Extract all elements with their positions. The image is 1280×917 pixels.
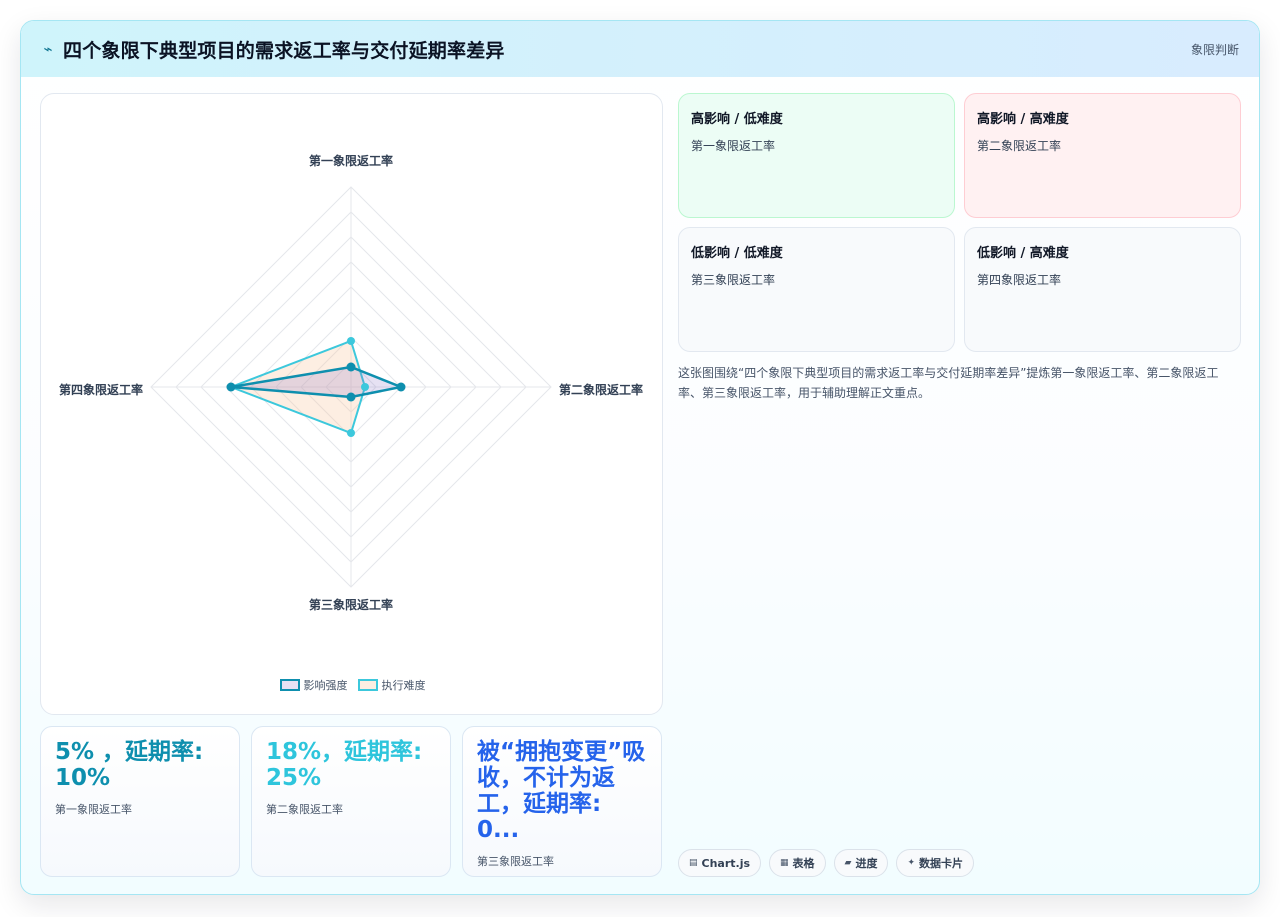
axis-label: 第二象限返工率	[559, 382, 643, 397]
table-icon: ▦	[780, 858, 789, 868]
chip-data-card[interactable]: ✦ 数据卡片	[896, 849, 975, 877]
stat-card-1: 5% ，延期率: 10% 第一象限返工率	[40, 726, 240, 877]
stat-label: 第三象限返工率	[477, 855, 554, 868]
legend-label-impact: 影响强度	[303, 679, 348, 692]
axis-label: 第四象限返工率	[59, 382, 143, 397]
legend-item-impact[interactable]: 影响强度	[279, 677, 348, 693]
quadrant-title: 高影响 / 高难度	[977, 112, 1069, 127]
data-point	[361, 383, 369, 391]
data-point	[346, 362, 356, 372]
quadrant-high-impact-low-difficulty: 高影响 / 低难度 第一象限返工率	[678, 93, 955, 218]
legend-label-difficulty: 执行难度	[381, 679, 426, 692]
data-point	[396, 382, 406, 392]
stat-label: 第一象限返工率	[55, 803, 132, 816]
chip-label: Chart.js	[701, 856, 751, 870]
card-header: ⌁ 四个象限下典型项目的需求返工率与交付延期率差异 象限判断	[21, 21, 1259, 77]
progress-icon: ▰	[844, 858, 852, 868]
quadrant-title: 高影响 / 低难度	[691, 112, 783, 127]
legend-swatch-difficulty	[357, 679, 378, 691]
legend-item-difficulty[interactable]: 执行难度	[357, 677, 426, 693]
header-tag: 象限判断	[1190, 42, 1239, 57]
bolt-icon: ⌁	[43, 40, 53, 58]
chart-description: 这张图围绕“四个象限下典型项目的需求返工率与交付延期率差异”提炼第一象限返工率、…	[678, 366, 1219, 400]
stat-card-3: 被“拥抱变更”吸收，不计为返工，延期率: 0... 第三象限返工率	[462, 726, 662, 877]
stat-value: 18%，延期率: 25%	[266, 739, 423, 791]
quadrant-title: 低影响 / 低难度	[691, 246, 783, 261]
feature-chips: ▤ Chart.js ▦ 表格 ▰ 进度 ✦ 数据卡片	[678, 849, 975, 877]
stat-value: 5% ，延期率: 10%	[55, 739, 204, 791]
main-card: ⌁ 四个象限下典型项目的需求返工率与交付延期率差异 象限判断 第一象限返工率第二…	[20, 20, 1260, 895]
page-title: 四个象限下典型项目的需求返工率与交付延期率差异	[63, 39, 505, 62]
data-point	[347, 429, 355, 437]
quadrant-subtitle: 第三象限返工率	[691, 273, 776, 287]
data-point	[347, 337, 355, 345]
stat-card-2: 18%，延期率: 25% 第二象限返工率	[251, 726, 451, 877]
chart-legend: 影响强度 执行难度	[41, 677, 664, 693]
chip-label: 进度	[855, 857, 878, 870]
chip-table[interactable]: ▦ 表格	[769, 849, 826, 877]
stat-label: 第二象限返工率	[266, 803, 343, 816]
data-point	[346, 392, 356, 402]
axis-label: 第三象限返工率	[309, 597, 393, 612]
quadrant-subtitle: 第二象限返工率	[977, 139, 1062, 153]
axis-label: 第一象限返工率	[309, 153, 393, 168]
quadrant-low-impact-low-difficulty: 低影响 / 低难度 第三象限返工率	[678, 227, 955, 352]
chip-label: 表格	[792, 857, 815, 870]
chip-chartjs[interactable]: ▤ Chart.js	[678, 849, 762, 877]
data-point	[226, 382, 236, 392]
radar-chart-panel: 第一象限返工率第二象限返工率第三象限返工率 第四象限返工率 影响强度 执行难度	[40, 93, 663, 715]
quadrant-low-impact-high-difficulty: 低影响 / 高难度 第四象限返工率	[964, 227, 1241, 352]
quadrant-subtitle: 第四象限返工率	[977, 273, 1062, 287]
chip-progress[interactable]: ▰ 进度	[833, 849, 889, 877]
chart-icon: ▤	[689, 858, 698, 868]
quadrant-high-impact-high-difficulty: 高影响 / 高难度 第二象限返工率	[964, 93, 1241, 218]
quadrant-title: 低影响 / 高难度	[977, 246, 1069, 261]
quadrant-subtitle: 第一象限返工率	[691, 139, 776, 153]
stat-value: 被“拥抱变更”吸收，不计为返工，延期率: 0...	[477, 739, 646, 843]
radar-chart: 第一象限返工率第二象限返工率第三象限返工率 第四象限返工率	[59, 153, 643, 612]
sparkle-icon: ✦	[907, 858, 916, 868]
chip-label: 数据卡片	[919, 857, 964, 870]
legend-swatch-impact	[279, 679, 300, 691]
